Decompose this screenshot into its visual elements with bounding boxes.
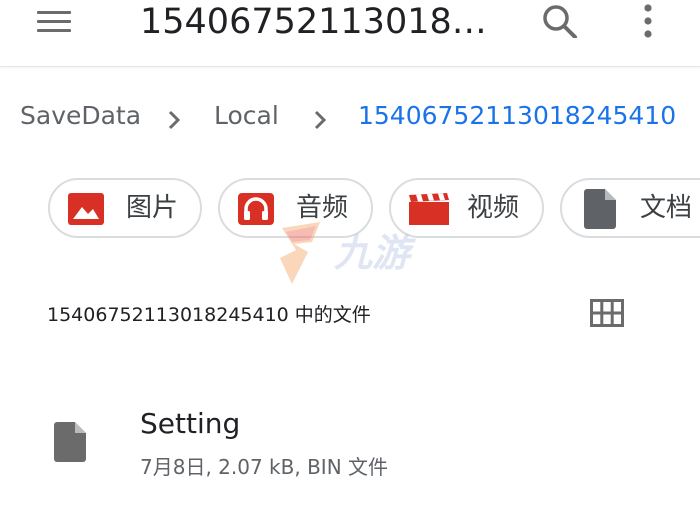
file-meta: 7月8日, 2.07 kB, BIN 文件	[140, 455, 389, 479]
category-chip-documents[interactable]: 文档	[560, 178, 700, 238]
file-name: Setting	[140, 407, 241, 440]
section-title: 15406752113018245410 中的文件	[47, 304, 371, 326]
chevron-right-icon	[310, 104, 330, 130]
more-vertical-icon[interactable]	[636, 3, 660, 41]
top-app-bar: 15406752113018…	[0, 0, 700, 67]
grid-view-icon[interactable]	[590, 299, 624, 327]
file-browser-screen: 15406752113018… SaveData Local 154067521…	[0, 0, 700, 511]
file-icon	[54, 422, 86, 462]
menu-icon[interactable]	[34, 5, 74, 41]
breadcrumb-item-current-folder[interactable]: 15406752113018245410	[358, 96, 676, 136]
category-chip-images[interactable]: 图片	[48, 178, 202, 238]
watermark-text: 九游	[334, 231, 416, 275]
list-item[interactable]: Setting 7月8日, 2.07 kB, BIN 文件	[0, 390, 700, 500]
breadcrumb-item-savedata[interactable]: SaveData	[20, 96, 141, 136]
search-icon[interactable]	[540, 4, 580, 39]
category-chip-label: 文档	[640, 193, 693, 223]
audio-icon	[238, 193, 274, 225]
app-title: 15406752113018…	[140, 2, 487, 42]
chevron-right-icon	[164, 104, 184, 130]
category-chip-label: 图片	[126, 193, 179, 223]
breadcrumb-item-local[interactable]: Local	[214, 96, 279, 136]
breadcrumb: SaveData Local 15406752113018245410	[20, 96, 700, 136]
category-chip-label: 视频	[467, 193, 520, 223]
image-icon	[68, 193, 104, 225]
watermark-logo: 九游	[272, 218, 432, 288]
document-icon	[584, 189, 620, 229]
